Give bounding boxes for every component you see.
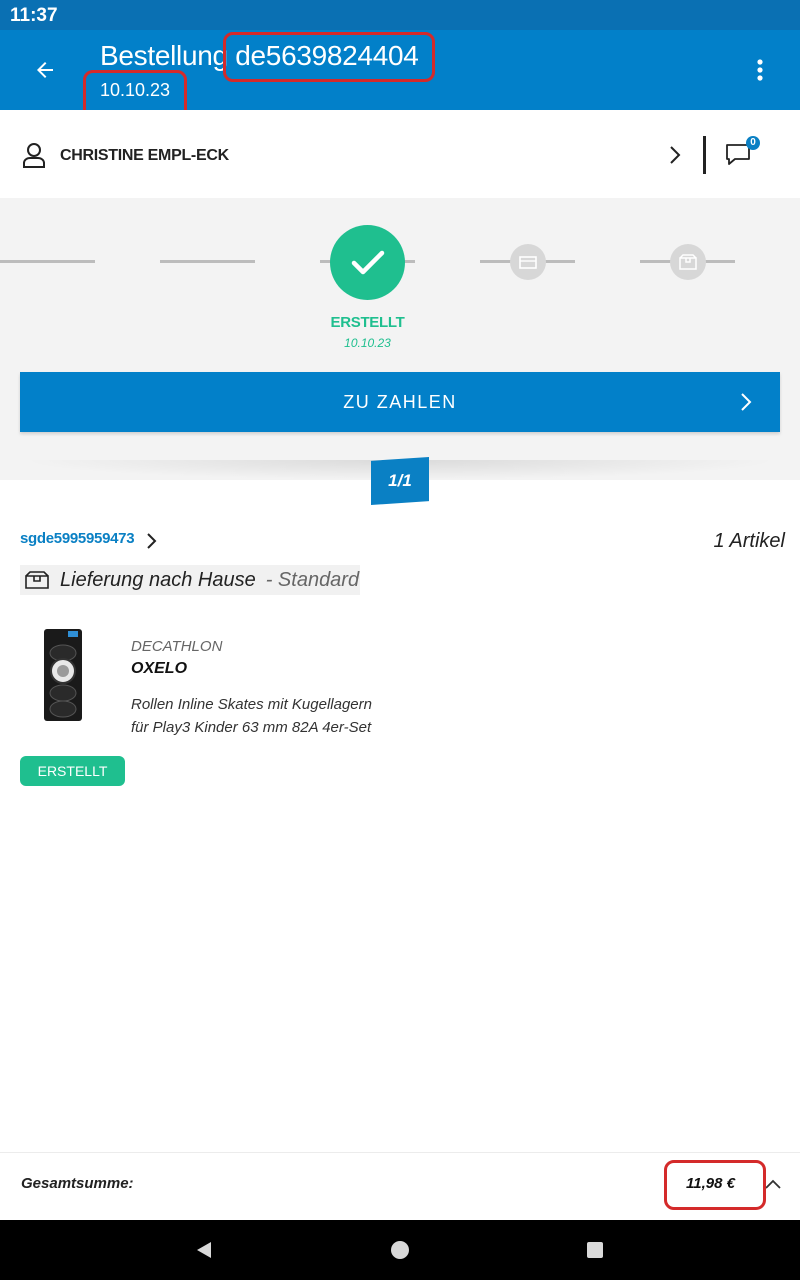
checkmark-icon xyxy=(351,250,384,274)
chevron-right-icon xyxy=(741,393,752,411)
customer-name: CHRISTINE EMPL-ECK xyxy=(60,147,229,164)
system-nav-bar xyxy=(0,1220,800,1280)
user-icon xyxy=(23,143,45,168)
annotation-order-number xyxy=(223,32,435,82)
progress-line xyxy=(160,260,255,263)
card-icon xyxy=(519,256,537,269)
message-count-badge: 0 xyxy=(746,136,760,150)
step-date: 10.10.23 xyxy=(344,336,391,350)
product-brand: DECATHLON xyxy=(131,638,223,655)
customer-row[interactable]: CHRISTINE EMPL-ECK 0 xyxy=(0,110,800,198)
step-shipping xyxy=(670,244,706,280)
delivery-mode: - Standard xyxy=(265,568,360,591)
back-button[interactable] xyxy=(25,50,65,90)
order-progress: ERSTELLT 10.10.23 ZU ZAHLEN xyxy=(0,198,800,480)
progress-line xyxy=(0,260,95,263)
chevron-up-icon[interactable] xyxy=(763,1177,783,1191)
shipment-id-link[interactable]: sgde5995959473 xyxy=(20,530,135,547)
product-image[interactable] xyxy=(38,627,88,723)
circle-home-icon xyxy=(391,1241,409,1259)
status-time: 11:37 xyxy=(10,5,58,26)
chevron-right-icon[interactable] xyxy=(145,531,159,551)
product-description[interactable]: Rollen Inline Skates mit Kugellagern für… xyxy=(131,693,391,739)
step-label: ERSTELLT xyxy=(330,314,405,331)
overflow-menu-button[interactable] xyxy=(740,50,780,90)
more-vertical-icon xyxy=(757,59,763,81)
chevron-right-icon[interactable] xyxy=(668,144,682,166)
messages-button[interactable]: 0 xyxy=(722,134,762,174)
divider xyxy=(703,136,706,174)
status-badge: ERSTELLT xyxy=(20,756,125,786)
pay-button[interactable]: ZU ZAHLEN xyxy=(20,372,780,432)
delivery-info: Lieferung nach Hause - Standard xyxy=(20,565,360,595)
package-icon xyxy=(679,254,697,270)
article-count: 1 Artikel xyxy=(713,530,785,552)
package-icon xyxy=(25,571,49,589)
title-prefix: Bestellung xyxy=(100,40,228,71)
nav-home-button[interactable] xyxy=(388,1238,412,1262)
annotation-total-value xyxy=(664,1160,766,1210)
nav-back-button[interactable] xyxy=(192,1238,216,1262)
pay-button-label: ZU ZAHLEN xyxy=(343,391,457,412)
triangle-back-icon xyxy=(197,1242,211,1258)
pager-badge: 1/1 xyxy=(371,457,429,505)
status-bar: 11:37 xyxy=(0,0,800,30)
product-model: OXELO xyxy=(131,660,188,677)
step-created-done xyxy=(330,225,405,300)
square-recents-icon xyxy=(587,1242,603,1258)
step-payment xyxy=(510,244,546,280)
delivery-type: Lieferung nach Hause xyxy=(60,568,256,591)
arrow-left-icon xyxy=(37,62,53,78)
nav-recents-button[interactable] xyxy=(583,1238,607,1262)
total-label: Gesamtsumme: xyxy=(21,1175,134,1192)
